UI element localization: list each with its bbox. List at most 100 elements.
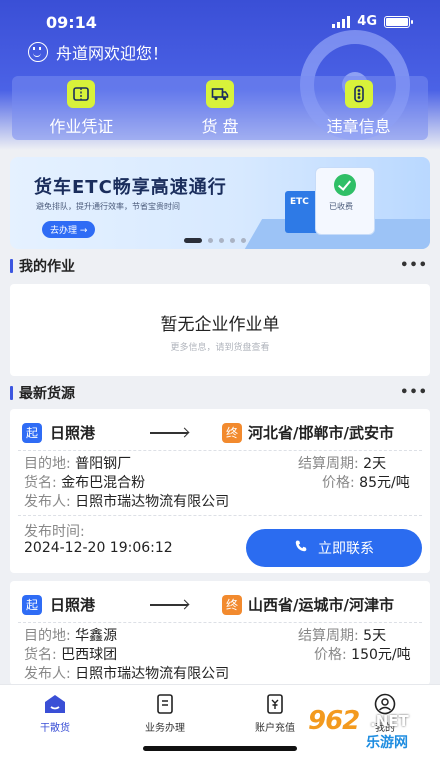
cycle-row: 结算周期: 2天 [298, 455, 386, 473]
quick-action-voucher[interactable]: 作业凭证 [12, 76, 151, 140]
welcome-text: 舟道网欢迎您！ [56, 44, 169, 63]
price-value: 85元/吨 [359, 475, 410, 491]
cargo-card[interactable]: 起 日照港 终 山西省/运城市/河津市 目的地: 华鑫源 结算周期: 5天 货名… [10, 581, 430, 685]
home-indicator [143, 746, 297, 751]
status-bar: 09:14 4G [0, 0, 440, 44]
battery-icon [384, 15, 413, 28]
etc-gate-text: ETC [290, 197, 309, 207]
destination-region: 山西省/运城市/河津市 [248, 596, 394, 614]
section-title: 我的作业 [19, 259, 75, 275]
my-work-section-header: 我的作业 ••• [0, 252, 440, 280]
destination-tag: 终 [222, 595, 242, 615]
watermark-sub: 乐游网 [366, 735, 408, 751]
price-label: 价格: [314, 647, 347, 663]
status-indicators: 4G [332, 14, 413, 29]
traffic-light-icon [344, 79, 373, 108]
arrow-right-icon [150, 432, 188, 434]
origin-tag: 起 [22, 595, 42, 615]
section-accent-bar [10, 259, 13, 273]
nav-item-bulk-cargo[interactable]: 干散货 [10, 691, 100, 734]
empty-title: 暂无企业作业单 [160, 315, 280, 335]
quick-action-label: 违章信息 [326, 116, 391, 136]
contact-button[interactable]: 立即联系 [246, 529, 422, 567]
toll-booth-illustration: 已收费 [315, 167, 375, 235]
route-row: 起 日照港 终 河北省/邯郸市/武安市 [18, 421, 422, 445]
etc-promo-banner[interactable]: ETC 已收费 货车ETC畅享高速通行 避免排队，提升通行效率，节省宝贵时间 去… [10, 157, 430, 249]
watermark-number: 962 [308, 706, 360, 736]
destination-row: 目的地: 华鑫源 [24, 627, 117, 645]
cycle-value: 2天 [363, 456, 387, 472]
more-button[interactable]: ••• [400, 258, 428, 273]
contact-label: 立即联系 [318, 541, 374, 557]
welcome-banner: 舟道网欢迎您！ [28, 40, 168, 64]
cargo-value: 巴西球团 [61, 647, 118, 663]
publish-time-value: 2024-12-20 19:06:12 [24, 540, 173, 556]
cargo-value: 金布巴混合粉 [61, 475, 146, 491]
origin-tag: 起 [22, 423, 42, 443]
cargo-label: 货名: [24, 647, 57, 663]
empty-subtitle: 更多信息，请到货盘查看 [170, 343, 270, 353]
quick-actions: 作业凭证 货 盘 违章信息 [12, 76, 428, 140]
arrow-right-icon [150, 604, 188, 606]
carousel-dot[interactable] [230, 238, 235, 243]
publisher-value: 日照市瑞达物流有限公司 [75, 494, 230, 510]
quick-action-cargo[interactable]: 货 盘 [151, 76, 290, 140]
cycle-label: 结算周期: [298, 628, 359, 644]
latest-cargo-section-header: 最新货源 ••• [0, 379, 440, 407]
destination-tag: 终 [222, 423, 242, 443]
banner-title: 货车ETC畅享高速通行 [34, 177, 227, 198]
cargo-label: 货名: [24, 475, 57, 491]
divider [18, 515, 422, 516]
cycle-row: 结算周期: 5天 [298, 627, 386, 645]
price-row: 价格: 150元/吨 [314, 646, 411, 664]
nav-item-business[interactable]: 业务办理 [120, 691, 210, 734]
carousel-indicator[interactable] [184, 238, 246, 243]
origin-port: 日照港 [50, 596, 96, 614]
banner-apply-button[interactable]: 去办理 → [42, 221, 96, 238]
destination-value: 普阳钢厂 [75, 456, 132, 472]
destination-region: 河北省/邯郸市/武安市 [248, 424, 394, 442]
app-header: 09:14 4G 舟道网欢迎您！ 作业凭证 货 盘 违章信息 [0, 0, 440, 150]
price-label: 价格: [322, 475, 355, 491]
more-button[interactable]: ••• [400, 385, 428, 400]
status-time: 09:14 [46, 13, 97, 32]
carousel-dot[interactable] [219, 238, 224, 243]
cargo-card[interactable]: 起 日照港 终 河北省/邯郸市/武安市 目的地: 普阳钢厂 结算周期: 2天 货… [10, 409, 430, 573]
carousel-dot[interactable] [208, 238, 213, 243]
voucher-icon [67, 79, 96, 108]
banner-subtitle: 避免排队，提升通行效率，节省宝贵时间 [36, 202, 180, 211]
watermark-net: .NET [370, 712, 409, 730]
nav-label: 业务办理 [145, 723, 185, 734]
my-work-empty-card: 暂无企业作业单 更多信息，请到货盘查看 [10, 284, 430, 376]
signal-icon [332, 15, 351, 28]
destination-value: 华鑫源 [75, 628, 118, 644]
publisher-row: 发布人: 日照市瑞达物流有限公司 [24, 665, 229, 683]
publisher-label: 发布人: [24, 666, 71, 682]
publish-time-label: 发布时间: [24, 524, 85, 540]
quick-action-violations[interactable]: 违章信息 [289, 76, 428, 140]
quick-action-label: 货 盘 [201, 116, 239, 136]
publisher-value: 日照市瑞达物流有限公司 [75, 666, 230, 682]
wallet-icon [261, 691, 289, 717]
section-accent-bar [10, 386, 13, 400]
document-icon [151, 691, 179, 717]
destination-label: 目的地: [24, 456, 71, 472]
divider [18, 622, 422, 623]
site-watermark: 962 .NET 乐游网 [304, 702, 434, 754]
carousel-dot[interactable] [241, 238, 246, 243]
quick-action-label: 作业凭证 [49, 116, 114, 136]
price-value: 150元/吨 [351, 647, 411, 663]
origin-port: 日照港 [50, 424, 96, 442]
network-type: 4G [357, 14, 377, 29]
carousel-dot[interactable] [184, 238, 202, 243]
publisher-row: 发布人: 日照市瑞达物流有限公司 [24, 493, 229, 511]
price-row: 价格: 85元/吨 [322, 474, 410, 492]
cargo-row: 货名: 金布巴混合粉 [24, 474, 145, 492]
cycle-label: 结算周期: [298, 456, 359, 472]
nav-label: 干散货 [40, 723, 70, 734]
phone-icon [294, 539, 308, 557]
cargo-row: 货名: 巴西球团 [24, 646, 117, 664]
publisher-label: 发布人: [24, 494, 71, 510]
toll-text: 已收费 [329, 202, 353, 211]
divider [18, 450, 422, 451]
